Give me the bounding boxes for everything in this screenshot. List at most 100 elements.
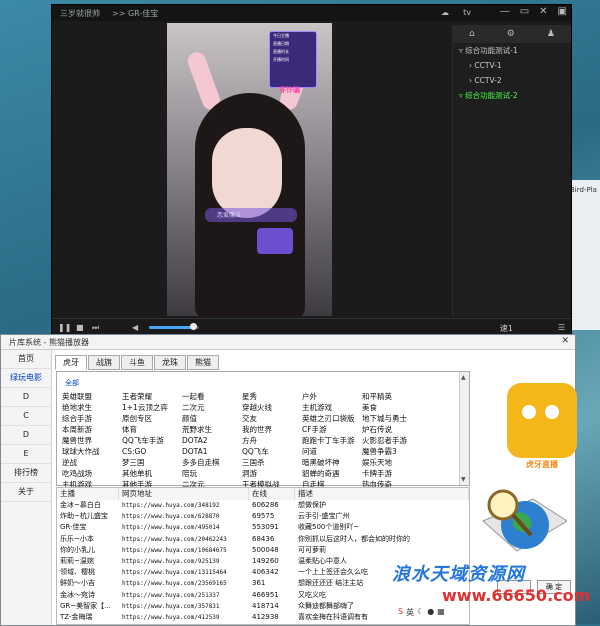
category-item[interactable]: 本周新游 [62, 424, 122, 435]
category-item[interactable]: 火影忍者手游 [362, 435, 422, 446]
category-item[interactable]: 英雄联盟 [62, 391, 122, 402]
tab-zhanqi[interactable]: 战旗 [88, 355, 120, 370]
category-item[interactable]: 跑跑卡丁车手游 [302, 435, 362, 446]
table-row[interactable]: 炸助~杭儿盛宝 https://www.huya.com/628870 69575 云… [57, 511, 469, 522]
category-item[interactable]: QQ飞车手游 [122, 435, 182, 446]
close-button[interactable]: ✕ [539, 6, 547, 17]
sidebar-item-movies[interactable]: 绿玩电影 [1, 369, 51, 388]
tab-panda[interactable]: 熊猫 [187, 355, 219, 370]
tray-keyboard-icon[interactable]: ▦ [437, 607, 445, 618]
stop-icon[interactable]: ■ [76, 323, 84, 332]
category-item[interactable]: 梦三国 [122, 457, 182, 468]
library-close-button[interactable]: ✕ [561, 336, 569, 346]
sidebar-item-e[interactable]: E [1, 445, 51, 464]
user-icon[interactable]: ♟ [547, 29, 555, 39]
category-item[interactable]: 王者荣耀 [122, 391, 182, 402]
table-row[interactable]: 乐乐~小本 https://www.huya.com/20462243 68436 你… [57, 534, 469, 545]
category-item[interactable]: DOTA1 [182, 446, 242, 457]
category-item[interactable]: 交友 [242, 413, 302, 424]
table-row[interactable]: 捉秀、调小儿https://www.huya.com/690724405996嗯… [57, 623, 469, 624]
restore-button[interactable]: ▭ [520, 6, 529, 17]
tree-item-cctv1[interactable]: › CCTV-1 [453, 58, 571, 73]
tray-s-icon[interactable]: S [398, 607, 403, 618]
category-item[interactable]: DOTA2 [182, 435, 242, 446]
category-item[interactable]: 魔兽世界 [62, 435, 122, 446]
category-item[interactable]: 洞游 [242, 468, 302, 479]
sidebar-item-d[interactable]: D [1, 388, 51, 407]
sidebar-item-about[interactable]: 关于 [1, 483, 51, 502]
tray-moon-icon[interactable]: ☾ [417, 607, 424, 618]
pin-button[interactable]: ▣ [558, 6, 567, 17]
tree-item-cctv2[interactable]: › CCTV-2 [453, 73, 571, 88]
tab-douyu[interactable]: 斗鱼 [121, 355, 153, 370]
category-item[interactable]: 绝地求生 [62, 402, 122, 413]
sidebar-item-ranking[interactable]: 排行榜 [1, 464, 51, 483]
volume-icon[interactable]: ◀ [132, 323, 138, 332]
volume-slider[interactable] [149, 323, 199, 330]
tree-group-1[interactable]: ▿ 综合功能测试-1 [453, 43, 571, 58]
category-item[interactable]: 我的世界 [242, 424, 302, 435]
home-icon[interactable]: ⌂ [469, 29, 475, 39]
tab-huya[interactable]: 虎牙 [55, 355, 87, 370]
category-item[interactable]: 貂蝉的奇遇 [302, 468, 362, 479]
scroll-down-icon[interactable]: ▼ [461, 476, 466, 483]
category-item[interactable]: 多多自走棋 [182, 457, 242, 468]
category-item[interactable]: 原创专区 [122, 413, 182, 424]
table-row[interactable]: 金冰～宛诗 https://www.huya.com/251337 466951 又吃… [57, 590, 469, 601]
category-item[interactable]: CF手游 [302, 424, 362, 435]
col-header-desc[interactable]: 描述 [295, 488, 469, 500]
speed-label[interactable]: 速1 [500, 323, 513, 334]
category-item[interactable]: 1+1云顶之弈 [122, 402, 182, 413]
category-scrollbar[interactable]: ▲ ▼ [459, 372, 469, 485]
category-item[interactable]: 综合手游 [62, 413, 122, 424]
category-item[interactable]: 一起看 [182, 391, 242, 402]
category-item[interactable]: 美食 [362, 402, 422, 413]
settings-icon[interactable]: ⚙ [507, 29, 515, 39]
minimize-button[interactable]: — [500, 6, 510, 17]
category-item[interactable]: 卡牌手游 [362, 468, 422, 479]
category-item[interactable]: 主机游戏 [302, 402, 362, 413]
col-header-online[interactable]: 在线 [249, 488, 295, 500]
cloud-icon[interactable]: ☁ [441, 8, 449, 17]
category-item[interactable]: 方舟 [242, 435, 302, 446]
category-item[interactable]: 荒野求生 [182, 424, 242, 435]
tree-group-2[interactable]: ▿ 综合功能测试-2 [453, 88, 571, 103]
category-item[interactable]: 和平精英 [362, 391, 422, 402]
category-label[interactable]: 全部 [65, 378, 79, 388]
category-item[interactable]: QQ飞车 [242, 446, 302, 457]
category-item[interactable]: 体育 [122, 424, 182, 435]
category-item[interactable]: 魔兽争霸3 [362, 446, 422, 457]
category-item[interactable]: 暗黑破坏神 [302, 457, 362, 468]
next-icon[interactable]: ⏭ [92, 323, 99, 333]
tray-mic-icon[interactable]: ● [427, 607, 434, 618]
playlist-icon[interactable]: ☰ [558, 323, 565, 332]
table-row[interactable]: 你的小乳儿 https://www.huya.com/10684675 500048… [57, 545, 469, 556]
sidebar-item-c[interactable]: C [1, 407, 51, 426]
category-item[interactable]: 炉石传说 [362, 424, 422, 435]
volume-handle[interactable] [190, 323, 197, 330]
category-item[interactable]: 户外 [302, 391, 362, 402]
sidebar-item-home[interactable]: 首页 [1, 350, 51, 369]
category-item[interactable]: 逆战 [62, 457, 122, 468]
category-item[interactable]: 球球大作战 [62, 446, 122, 457]
category-item[interactable]: 地下城与勇士 [362, 413, 422, 424]
table-row[interactable]: 金冰~慕白白 https://www.huya.com/348192 606286 想… [57, 500, 469, 511]
scroll-up-icon[interactable]: ▲ [461, 374, 466, 381]
category-item[interactable]: 颜值 [182, 413, 242, 424]
category-item[interactable]: 二次元 [182, 402, 242, 413]
category-item[interactable]: 陪玩 [182, 468, 242, 479]
table-row[interactable]: GR-佳宝 https://www.huya.com/495014 553091 收藏… [57, 522, 469, 533]
col-header-streamer[interactable]: 主播 [57, 488, 119, 500]
pause-icon[interactable]: ❚❚ [58, 323, 71, 332]
tab-longzhu[interactable]: 龙珠 [154, 355, 186, 370]
sidebar-item-d2[interactable]: D [1, 426, 51, 445]
category-item[interactable]: 三国杀 [242, 457, 302, 468]
category-item[interactable]: 英雄之刃口袋版 [302, 413, 362, 424]
category-item[interactable]: 穿越火线 [242, 402, 302, 413]
category-item[interactable]: 娱乐天地 [362, 457, 422, 468]
category-item[interactable]: 星秀 [242, 391, 302, 402]
category-item[interactable]: 其他单机 [122, 468, 182, 479]
col-header-url[interactable]: 网页地址 [119, 488, 249, 500]
tray-ime-icon[interactable]: 英 [406, 607, 414, 618]
category-item[interactable]: 吃鸡战场 [62, 468, 122, 479]
